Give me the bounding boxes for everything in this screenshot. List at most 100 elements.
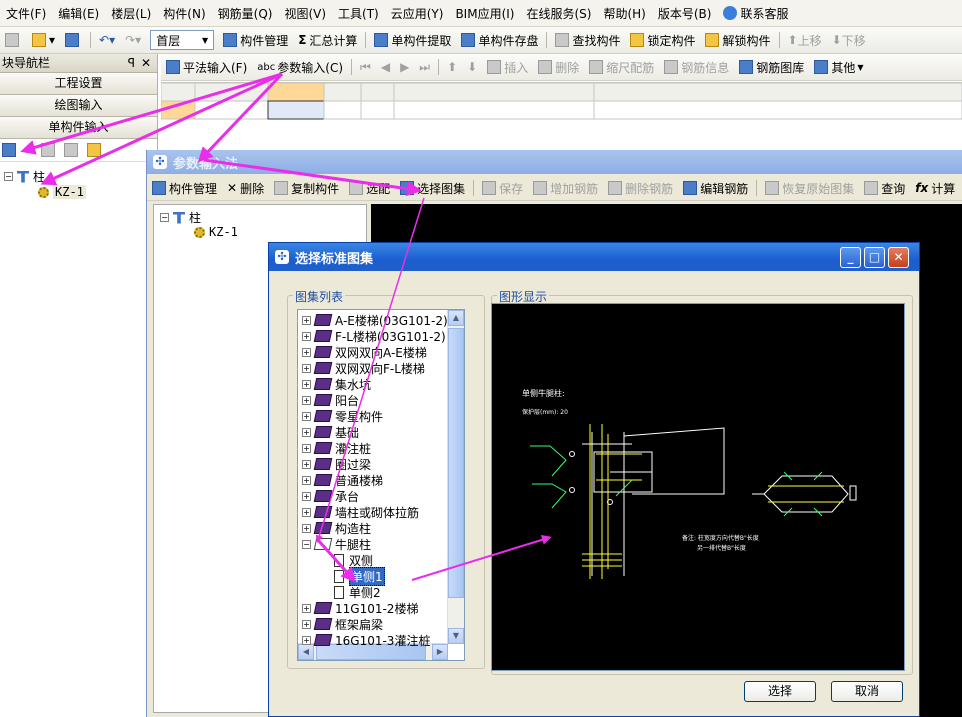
menu-item-1[interactable]: 编辑(E) [52, 5, 105, 22]
insert-button[interactable]: 插入 [482, 57, 533, 77]
menu-item-9[interactable]: 在线服务(S) [520, 5, 597, 22]
atlas-list-item[interactable]: +16G101-3灌注桩 [302, 632, 430, 648]
lock-component-button[interactable]: 锁定构件 [625, 30, 700, 50]
atlas-list-item[interactable]: + 阳台 [302, 392, 359, 408]
atlas-list-item[interactable]: + F-L楼梯(03G101-2) [302, 328, 446, 344]
expand-icon[interactable]: + [302, 315, 311, 325]
collapse-icon[interactable]: − [4, 172, 13, 181]
param-component-manage-button[interactable]: 构件管理 [147, 178, 222, 198]
tree-item-column[interactable]: − 柱 [4, 168, 45, 185]
floor-select[interactable]: 首层 ▼ [150, 30, 215, 50]
param-save-button[interactable]: 保存 [477, 178, 528, 198]
menu-item-0[interactable]: 文件(F) [0, 5, 52, 22]
calculate-button[interactable]: fx 计算 [910, 178, 960, 198]
redo-icon[interactable]: ↷▾ [120, 30, 146, 50]
atlas-list-item[interactable]: + 普通楼梯 [302, 472, 383, 488]
collapse-icon[interactable]: − [302, 539, 311, 549]
atlas-list-item[interactable]: + 构造柱 [302, 520, 371, 536]
row-up-icon[interactable]: ⬆ [442, 57, 462, 77]
atlas-list-item[interactable]: + 双网双向F-L楼梯 [302, 360, 425, 376]
single-extract-button[interactable]: 单构件提取 [369, 30, 456, 50]
list-icon[interactable] [2, 143, 16, 157]
select-button[interactable]: 选择 [744, 681, 816, 702]
menu-item-11[interactable]: 版本号(B) [652, 5, 718, 22]
prev-record-icon[interactable]: ◀ [376, 57, 395, 77]
atlas-list-item[interactable]: + 基础 [302, 424, 359, 440]
atlas-list-item[interactable]: +11G101-2楼梯 [302, 600, 418, 616]
atlas-list-item[interactable]: 单侧2 [334, 584, 381, 600]
last-record-icon[interactable]: ⏭ [414, 57, 435, 77]
scale-rebar-button[interactable]: 缩尺配筋 [584, 57, 659, 77]
new-icon[interactable] [0, 30, 27, 50]
atlas-tree-list[interactable]: ▲ ▼ ◀ ▶ + A-E楼梯(03G101-2) + F-L楼梯(03G101-2)… [297, 309, 465, 661]
plan-input-button[interactable]: 平法输入(F) [161, 57, 252, 77]
expand-icon[interactable]: + [302, 395, 311, 405]
menu-item-4[interactable]: 钢筋量(Q) [212, 5, 279, 22]
nav-drawing-input[interactable]: 绘图输入 [0, 95, 157, 117]
menu-item-12[interactable]: 联系客服 [717, 5, 794, 22]
paste-icon[interactable] [64, 143, 79, 157]
other-menu-button[interactable]: 其他 ▼ [809, 57, 868, 77]
nav-project-settings[interactable]: 工程设置 [0, 73, 157, 95]
expand-icon[interactable]: + [302, 635, 311, 645]
menu-item-5[interactable]: 视图(V) [278, 5, 332, 22]
summary-calc-button[interactable]: Σ 汇总计算 [293, 30, 362, 50]
cancel-button[interactable]: 取消 [831, 681, 903, 702]
move-up-button[interactable]: ⬆ 上移 [783, 30, 827, 50]
atlas-list-item[interactable]: + 集水坑 [302, 376, 371, 392]
undo-icon[interactable]: ↶▾ [94, 30, 120, 50]
param-copy-button[interactable]: 复制构件 [269, 178, 344, 198]
atlas-list-item[interactable]: + 承台 [302, 488, 359, 504]
vertical-scrollbar[interactable]: ▲ ▼ [447, 310, 464, 644]
collapse-icon[interactable]: − [160, 213, 169, 222]
tree-item-kz1[interactable]: KZ-1 [38, 185, 86, 199]
expand-icon[interactable]: + [302, 411, 311, 421]
menu-item-6[interactable]: 工具(T) [332, 5, 385, 22]
delete-row-button[interactable]: 删除 [533, 57, 584, 77]
scroll-thumb[interactable] [448, 328, 464, 598]
atlas-list-item[interactable]: + 框架扁梁 [302, 616, 383, 632]
scroll-right-icon[interactable]: ▶ [432, 644, 448, 660]
delete-icon[interactable]: ✕ [25, 143, 35, 157]
tree-item-column[interactable]: − 柱 [160, 209, 201, 226]
tree-item-kz1[interactable]: KZ-1 [194, 225, 238, 239]
menu-item-2[interactable]: 楼层(L) [105, 5, 157, 22]
param-delete-button[interactable]: ✕ 删除 [222, 178, 269, 198]
row-down-icon[interactable]: ⬇ [462, 57, 482, 77]
expand-icon[interactable]: + [302, 603, 311, 613]
atlas-list-item[interactable]: − 牛腿柱 [302, 536, 371, 552]
atlas-list-item[interactable]: + 墙柱或砌体拉筋 [302, 504, 419, 520]
move-down-button[interactable]: ⬇ 下移 [827, 30, 871, 50]
expand-icon[interactable]: + [302, 443, 311, 453]
atlas-list-item[interactable]: + A-E楼梯(03G101-2) [302, 312, 448, 328]
expand-icon[interactable]: + [302, 331, 311, 341]
scroll-up-icon[interactable]: ▲ [448, 310, 464, 326]
save-icon[interactable] [60, 30, 87, 50]
param-input-button[interactable]: abc 参数输入(C) [252, 57, 348, 77]
query-button[interactable]: 查询 [859, 178, 910, 198]
expand-icon[interactable]: + [302, 507, 311, 517]
copy-icon[interactable] [41, 143, 56, 157]
expand-icon[interactable]: + [302, 475, 311, 485]
atlas-list-item[interactable]: + 圈过梁 [302, 456, 371, 472]
edit-rebar-button[interactable]: 编辑钢筋 [678, 178, 753, 198]
open-icon[interactable]: ▾ [27, 30, 60, 50]
restore-atlas-button[interactable]: 恢复原始图集 [760, 178, 859, 198]
atlas-list-item[interactable]: 单侧1 [334, 566, 385, 586]
expand-icon[interactable]: + [302, 347, 311, 357]
folder-icon[interactable] [87, 143, 102, 157]
rebar-info-button[interactable]: 钢筋信息 [659, 57, 734, 77]
component-manage-button[interactable]: 构件管理 [218, 30, 293, 50]
expand-icon[interactable]: + [302, 379, 311, 389]
atlas-list-item[interactable]: + 双网双向A-E楼梯 [302, 344, 427, 360]
nav-single-component-input[interactable]: 单构件输入 [0, 117, 157, 139]
minimize-button[interactable]: _ [840, 247, 861, 268]
expand-icon[interactable]: + [302, 523, 311, 533]
close-icon[interactable]: ✕ [141, 54, 151, 72]
maximize-button[interactable]: □ [864, 247, 885, 268]
expand-icon[interactable]: + [302, 427, 311, 437]
menu-item-8[interactable]: BIM应用(I) [449, 5, 520, 22]
select-atlas-button[interactable]: 选择图集 [395, 178, 470, 198]
delete-rebar-button[interactable]: 删除钢筋 [603, 178, 678, 198]
find-component-button[interactable]: 查找构件 [550, 30, 625, 50]
